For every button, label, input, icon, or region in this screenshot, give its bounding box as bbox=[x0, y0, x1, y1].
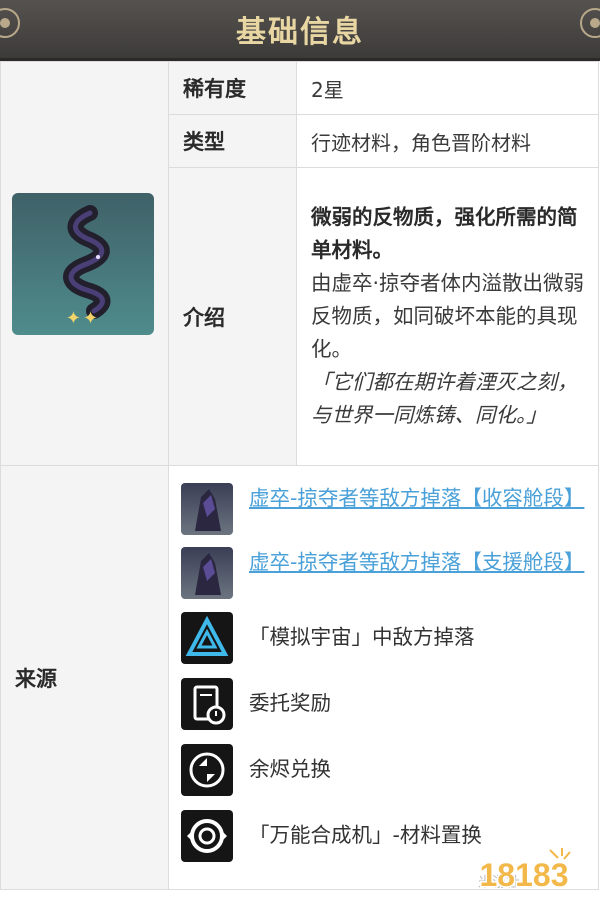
intro-quote: 「它们都在期许着湮灭之刻，与世界一同炼铸、同化。」 bbox=[311, 370, 578, 427]
rarity-label: 稀有度 bbox=[168, 61, 297, 115]
enemy-portrait-icon bbox=[181, 546, 233, 599]
intro-label: 介绍 bbox=[168, 167, 297, 466]
site-logo: 18183 bbox=[478, 848, 571, 895]
source-item: 「模拟宇宙」中敌方掉落 bbox=[181, 611, 598, 665]
info-table: ✦✦ 稀有度 2星 类型 行迹材料，角色晋阶材料 介绍 微弱的反物质，强化所需的… bbox=[0, 61, 599, 890]
ember-exchange-icon bbox=[181, 743, 233, 796]
source-text: 余烬兑换 bbox=[249, 757, 331, 781]
sources-list: 虚卒-掠夺者等敌方掉落【收容舱段】 虚卒-掠夺者等敌方掉落【支援舱段】 「模拟宇… bbox=[168, 465, 599, 890]
intro-description: 微弱的反物质，强化所需的简单材料。 由虚卒·掠夺者体内溢散出微弱反物质，如同破坏… bbox=[296, 167, 599, 466]
svg-text:18183: 18183 bbox=[480, 857, 569, 893]
source-link[interactable]: 虚卒-掠夺者等敌方掉落【支援舱段】 bbox=[249, 547, 584, 578]
ornament-icon bbox=[0, 8, 20, 38]
ornament-icon bbox=[580, 8, 600, 38]
item-card: ✦✦ bbox=[12, 192, 154, 335]
enemy-portrait-icon bbox=[181, 482, 233, 535]
sources-label: 来源 bbox=[0, 465, 169, 890]
source-item[interactable]: 虚卒-掠夺者等敌方掉落【收容舱段】 bbox=[181, 482, 598, 535]
source-text: 「模拟宇宙」中敌方掉落 bbox=[249, 625, 475, 649]
intro-text: 由虚卒·掠夺者体内溢散出微弱反物质，如同破坏本能的具现化。 bbox=[311, 271, 585, 361]
section-title: 基础信息 bbox=[236, 15, 364, 50]
source-text: 委托奖励 bbox=[249, 691, 331, 715]
section-header: 基础信息 bbox=[0, 0, 600, 61]
simulated-universe-icon bbox=[181, 611, 233, 664]
synthesizer-icon bbox=[181, 809, 233, 862]
source-item: 委托奖励 bbox=[181, 677, 598, 731]
type-value: 行迹材料，角色晋阶材料 bbox=[296, 114, 599, 168]
source-item[interactable]: 虚卒-掠夺者等敌方掉落【支援舱段】 bbox=[181, 546, 598, 599]
source-text: 「万能合成机」-材料置换 bbox=[249, 823, 482, 847]
source-link[interactable]: 虚卒-掠夺者等敌方掉落【收容舱段】 bbox=[249, 483, 584, 514]
intro-summary: 微弱的反物质，强化所需的简单材料。 bbox=[311, 205, 578, 262]
assignment-icon bbox=[181, 677, 233, 730]
source-item: 余烬兑换 bbox=[181, 743, 598, 797]
type-label: 类型 bbox=[168, 114, 297, 168]
rarity-stars: ✦✦ bbox=[65, 307, 101, 329]
item-card-cell: ✦✦ bbox=[0, 61, 169, 466]
rarity-value: 2星 bbox=[296, 61, 599, 115]
